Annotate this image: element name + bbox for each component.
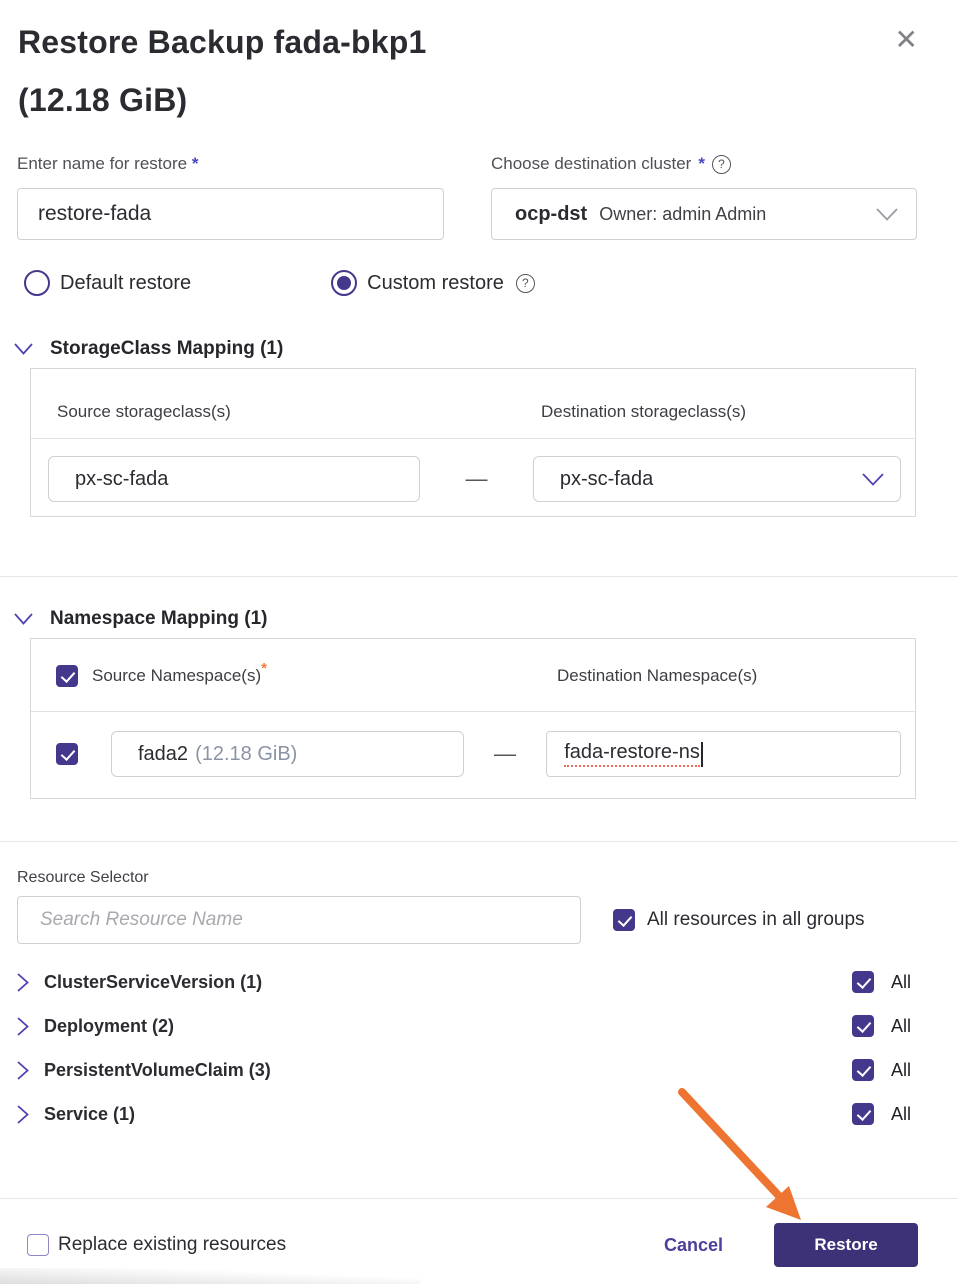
resource-selector-label: Resource Selector bbox=[17, 869, 149, 886]
chevron-right-icon[interactable] bbox=[17, 1060, 29, 1080]
storageclass-mapping-toggle[interactable]: StorageClass Mapping (1) bbox=[14, 338, 958, 360]
chevron-right-icon[interactable] bbox=[17, 1104, 29, 1124]
all-resources-checkbox[interactable] bbox=[613, 909, 635, 931]
replace-existing-checkbox[interactable] bbox=[27, 1234, 49, 1256]
cluster-owner-text: Owner: admin Admin bbox=[599, 203, 767, 224]
restore-type-radios: Default restore Custom restore ? bbox=[24, 270, 958, 296]
default-restore-radio[interactable]: Default restore bbox=[24, 270, 191, 296]
group-all-label: All bbox=[891, 971, 912, 992]
storageclass-mapping-row: — px-sc-fada bbox=[31, 439, 915, 516]
source-storageclass-header: Source storageclass(s) bbox=[57, 402, 231, 421]
resource-group-label[interactable]: Deployment (2) bbox=[44, 1016, 174, 1037]
resource-group-list: ClusterServiceVersion (1) All Deployment… bbox=[0, 960, 958, 1136]
help-icon[interactable]: ? bbox=[515, 273, 535, 293]
divider bbox=[0, 841, 958, 842]
source-namespace-header: Source Namespace(s)* bbox=[92, 660, 267, 685]
namespace-row-checkbox[interactable] bbox=[56, 743, 78, 765]
chevron-right-icon[interactable] bbox=[17, 1016, 29, 1036]
chevron-down-icon bbox=[14, 613, 33, 625]
group-all-checkbox[interactable] bbox=[852, 1103, 874, 1125]
resource-group-label[interactable]: ClusterServiceVersion (1) bbox=[44, 972, 262, 993]
namespace-mapping-row: fada2 (12.18 GiB) — fada-restore-ns bbox=[31, 712, 915, 798]
chevron-down-icon bbox=[862, 472, 884, 486]
mapping-dash: — bbox=[465, 466, 488, 491]
chevron-down-icon bbox=[876, 207, 898, 221]
mapping-dash: — bbox=[493, 741, 516, 766]
resource-group-label[interactable]: PersistentVolumeClaim (3) bbox=[44, 1060, 271, 1081]
storageclass-mapping-box: Source storageclass(s) Destination stora… bbox=[30, 368, 916, 517]
divider bbox=[0, 576, 958, 577]
destination-namespace-input[interactable]: fada-restore-ns bbox=[546, 731, 901, 777]
dialog-title-line2: (12.18 GiB) bbox=[18, 82, 188, 118]
chevron-down-icon bbox=[14, 343, 33, 355]
destination-namespace-header: Destination Namespace(s) bbox=[557, 666, 758, 685]
resource-group-row: Service (1) All bbox=[17, 1092, 917, 1136]
destination-cluster-label: Choose destination cluster * ? bbox=[491, 154, 731, 174]
restore-name-label: Enter name for restore * bbox=[17, 154, 199, 173]
resource-group-row: Deployment (2) All bbox=[17, 1004, 917, 1048]
radio-unselected-icon bbox=[24, 270, 50, 296]
resource-selector-row: All resources in all groups bbox=[17, 896, 958, 944]
dialog-title-line1: Restore Backup fada-bkp1 bbox=[18, 24, 427, 60]
destination-cluster-select[interactable]: ocp-dst Owner: admin Admin bbox=[491, 188, 917, 240]
namespace-mapping-toggle[interactable]: Namespace Mapping (1) bbox=[14, 608, 958, 630]
required-asterisk: * bbox=[698, 154, 705, 173]
source-storageclass-input[interactable] bbox=[48, 456, 421, 502]
resource-group-row: ClusterServiceVersion (1) All bbox=[17, 960, 917, 1004]
destination-storageclass-header: Destination storageclass(s) bbox=[541, 402, 747, 421]
group-all-label: All bbox=[891, 1015, 912, 1036]
resource-group-label[interactable]: Service (1) bbox=[44, 1104, 135, 1125]
chevron-right-icon[interactable] bbox=[17, 972, 29, 992]
radio-selected-icon bbox=[331, 270, 358, 296]
dialog-footer: Replace existing resources Cancel Restor… bbox=[27, 1223, 918, 1267]
cluster-name-value: ocp-dst bbox=[515, 202, 588, 225]
required-asterisk: * bbox=[191, 154, 199, 173]
restore-button[interactable]: Restore bbox=[774, 1223, 918, 1267]
restore-backup-dialog: Restore Backup fada-bkp1 (12.18 GiB) ✕ E… bbox=[0, 0, 958, 1284]
namespace-mapping-header: Source Namespace(s)* Destination Namespa… bbox=[31, 639, 915, 712]
namespace-mapping-box: Source Namespace(s)* Destination Namespa… bbox=[30, 638, 916, 799]
custom-restore-radio[interactable]: Custom restore ? bbox=[331, 270, 535, 296]
group-all-label: All bbox=[891, 1103, 912, 1124]
source-namespace-field[interactable]: fada2 (12.18 GiB) bbox=[111, 731, 464, 777]
search-resource-input[interactable] bbox=[17, 896, 581, 944]
storageclass-mapping-header: Source storageclass(s) Destination stora… bbox=[31, 369, 915, 439]
field-labels-row: Enter name for restore * Choose destinat… bbox=[17, 154, 958, 174]
group-all-checkbox[interactable] bbox=[852, 1015, 874, 1037]
cancel-button[interactable]: Cancel bbox=[664, 1235, 723, 1256]
namespace-size-text: (12.18 GiB) bbox=[195, 742, 298, 765]
page-edge-shadow bbox=[0, 1268, 420, 1284]
all-resources-toggle[interactable]: All resources in all groups bbox=[613, 909, 865, 931]
group-all-label: All bbox=[891, 1059, 912, 1080]
footer-divider bbox=[0, 1198, 958, 1199]
resource-group-row: PersistentVolumeClaim (3) All bbox=[17, 1048, 917, 1092]
restore-name-input[interactable] bbox=[17, 188, 444, 240]
required-asterisk: * bbox=[261, 660, 267, 677]
replace-existing-label: Replace existing resources bbox=[58, 1234, 287, 1255]
help-icon[interactable]: ? bbox=[711, 154, 731, 174]
group-all-checkbox[interactable] bbox=[852, 971, 874, 993]
text-cursor bbox=[700, 741, 703, 767]
group-all-checkbox[interactable] bbox=[852, 1059, 874, 1081]
close-icon[interactable]: ✕ bbox=[895, 26, 918, 54]
destination-storageclass-select[interactable]: px-sc-fada bbox=[532, 456, 902, 502]
field-inputs-row: ocp-dst Owner: admin Admin bbox=[17, 188, 958, 240]
select-all-namespaces-checkbox[interactable] bbox=[56, 665, 78, 687]
